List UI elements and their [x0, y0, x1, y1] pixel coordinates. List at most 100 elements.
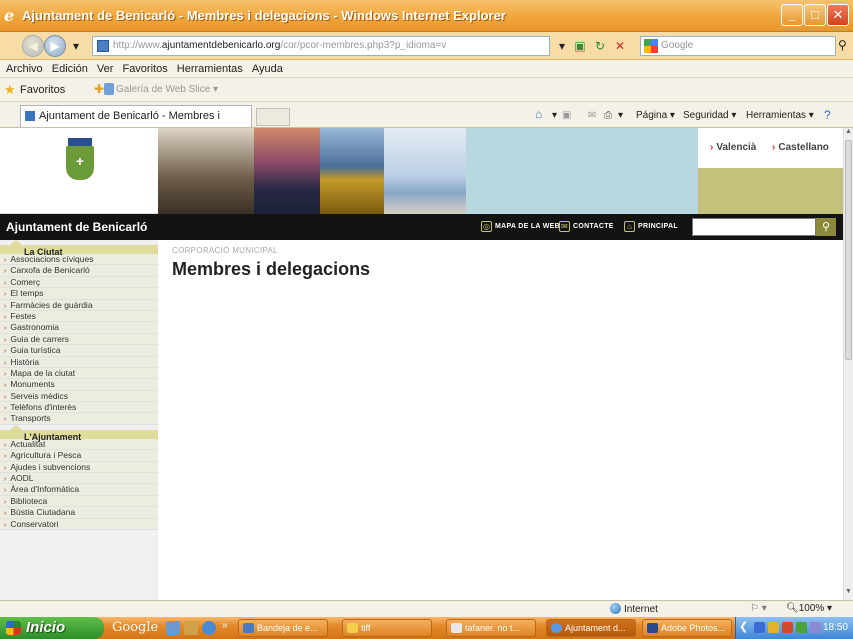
feeds-icon[interactable]: ▣ [562, 110, 571, 121]
favorites-button[interactable]: Favoritos [20, 84, 65, 96]
tray-expand-icon[interactable]: ❮ [739, 620, 748, 633]
chevron-right-icon: › [4, 487, 7, 495]
tray-shield-icon[interactable] [768, 622, 779, 633]
scroll-thumb[interactable] [845, 140, 852, 360]
sidebar-item-ciutat-8[interactable]: › Guia turística [0, 345, 158, 357]
back-button[interactable]: ◀ [22, 35, 44, 57]
quicklaunch-more-icon[interactable]: » [222, 620, 228, 631]
mail-icon[interactable]: ✉ [588, 110, 596, 121]
site-logo[interactable]: + [0, 128, 158, 214]
menu-ver[interactable]: Ver [97, 60, 114, 78]
tab-active[interactable]: Ajuntament de Benicarló - Membres i dele… [20, 105, 252, 142]
task-tafaner[interactable]: tafaner. no t... [446, 619, 536, 637]
breadcrumb[interactable]: CORPORACIÓ MUNICIPAL [172, 246, 278, 255]
search-icon[interactable]: ⚲ [838, 38, 847, 52]
sidebar-item-ajuntament-4[interactable]: › Àrea d'Informàtica [0, 484, 158, 496]
forward-button[interactable]: ▶ [44, 35, 66, 57]
principal-link[interactable]: PRINCIPAL [638, 223, 678, 230]
sidebar-item-ajuntament-1[interactable]: › Agricultura i Pesca [0, 450, 158, 462]
menu-archivo[interactable]: Archivo [6, 60, 43, 78]
page-menu[interactable]: Página ▾ [636, 110, 675, 121]
sidebar-item-ciutat-13[interactable]: › Telèfons d'interès [0, 402, 158, 414]
tray-alert-icon[interactable] [782, 622, 793, 633]
lang-valencia-link[interactable]: › Valencià [710, 142, 756, 153]
status-bar: Internet ⚐ ▾ 🔍︎100% ▾ [0, 600, 853, 617]
sidebar-item-ajuntament-2[interactable]: › Ajudes i subvencions [0, 461, 158, 474]
sidebar-item-ciutat-14[interactable]: › Transports [0, 413, 158, 425]
print-icon[interactable]: ⎙ [604, 110, 612, 121]
task-ie-ajuntament[interactable]: Ajuntament d... [546, 619, 636, 637]
sidebar-item-ciutat-2[interactable]: › Comerç [0, 276, 158, 289]
home-icon[interactable]: ⌂ [535, 107, 542, 121]
quicklaunch-ie-icon[interactable] [202, 621, 216, 635]
compat-view-icon[interactable]: ▣ [572, 38, 588, 54]
chevron-right-icon: › [4, 498, 7, 506]
menu-edicion[interactable]: Edición [52, 60, 88, 78]
menu-favoritos[interactable]: Favoritos [122, 60, 167, 78]
google-toolbar[interactable]: Google [112, 620, 158, 635]
lang-castellano-link[interactable]: › Castellano [772, 142, 829, 153]
sidebar-item-ciutat-10[interactable]: › Mapa de la ciutat [0, 367, 158, 380]
refresh-icon[interactable]: ↻ [592, 38, 608, 54]
new-tab-button[interactable] [256, 108, 290, 126]
quicklaunch-desktop-icon[interactable] [166, 621, 180, 635]
site-search-input[interactable] [692, 218, 816, 236]
menu-herramientas[interactable]: Herramientas [177, 60, 243, 78]
vertical-scrollbar[interactable]: ▲ ▼ [843, 128, 853, 600]
sidebar-item-ajuntament-label: Àrea d'Informàtica [10, 484, 80, 495]
protected-mode-icon[interactable]: ⚐ ▾ [750, 603, 767, 614]
minimize-button[interactable]: _ [781, 4, 803, 26]
chevron-right-icon: › [4, 370, 7, 378]
site-search-icon[interactable]: ⚲ [816, 218, 836, 236]
sidebar-item-ciutat-6[interactable]: › Gastronomia [0, 322, 158, 334]
security-menu[interactable]: Seguridad ▾ [683, 110, 736, 121]
lang-castellano-label: Castellano [778, 142, 829, 153]
quicklaunch-explorer-icon[interactable] [184, 621, 198, 635]
sidebar-section-ciutat: La Ciutat [0, 240, 158, 257]
help-icon[interactable]: ? [824, 108, 831, 122]
print-dropdown-icon[interactable]: ▾ [618, 110, 623, 121]
sidebar-item-ciutat-1[interactable]: › Carxofa de Benicarló [0, 265, 158, 277]
menu-ayuda[interactable]: Ayuda [252, 60, 283, 78]
security-zone[interactable]: Internet [610, 603, 658, 615]
start-button[interactable]: Inicio [0, 617, 104, 639]
sidebar-item-ajuntament-3[interactable]: › AODL [0, 473, 158, 485]
history-dropdown-icon[interactable]: ▾ [68, 38, 84, 54]
task-outlook[interactable]: Bandeja de e... [238, 619, 328, 637]
window-title: Ajuntament de Benicarló - Membres i dele… [22, 8, 506, 23]
address-input[interactable]: http://www.ajuntamentdebenicarlo.org/cor… [92, 36, 550, 56]
sidebar-item-ciutat-4[interactable]: › Farmàcies de guàrdia [0, 299, 158, 311]
web-page: + › Valencià › Castellano Ajuntament de Be… [0, 128, 843, 600]
address-dropdown-icon[interactable]: ▾ [554, 38, 570, 54]
sidebar-item-ciutat-12[interactable]: › Serveis mèdics [0, 390, 158, 403]
sidebar-item-ajuntament-5[interactable]: › Biblioteca [0, 495, 158, 508]
sidebar-item-ciutat-9[interactable]: › Història [0, 356, 158, 368]
web-slice-gallery[interactable]: Galería de Web Slice ▾ [116, 84, 218, 95]
task-photoshop[interactable]: Adobe Photos... [642, 619, 732, 637]
chevron-right-icon: › [4, 336, 7, 344]
tools-menu[interactable]: Herramientas ▾ [746, 110, 814, 121]
scroll-up-icon[interactable]: ▲ [845, 128, 852, 135]
search-input[interactable]: Google [640, 36, 836, 56]
task-folder-tiff[interactable]: tiff [342, 619, 432, 637]
stop-icon[interactable]: ✕ [612, 38, 628, 54]
contact-link[interactable]: CONTACTE [573, 223, 614, 230]
favorites-star-icon[interactable]: ★ [4, 82, 16, 98]
sidebar-item-ciutat-3[interactable]: › El temps [0, 288, 158, 300]
zoom-control[interactable]: 🔍︎100% ▾ [786, 603, 832, 614]
scroll-down-icon[interactable]: ▼ [845, 588, 852, 595]
tray-update-icon[interactable] [796, 622, 807, 633]
sidebar-item-ajuntament-7[interactable]: › Conservatori [0, 518, 158, 530]
close-button[interactable]: ✕ [827, 4, 849, 26]
sidebar-item-ciutat-5[interactable]: › Festes [0, 310, 158, 323]
home-dropdown-icon[interactable]: ▾ [552, 110, 557, 121]
sidebar-item-ciutat-7[interactable]: › Guia de carrers [0, 333, 158, 346]
tray-network-icon[interactable] [754, 622, 765, 633]
sidebar-item-ajuntament-6[interactable]: › Bústia Ciutadana [0, 507, 158, 519]
maximize-button[interactable]: □ [804, 4, 826, 26]
sitemap-link[interactable]: MAPA DE LA WEB [495, 223, 560, 230]
sidebar-item-ciutat-11[interactable]: › Monuments [0, 379, 158, 391]
add-favorite-icon[interactable]: ✚ [94, 82, 104, 96]
tray-volume-icon[interactable] [810, 622, 821, 633]
folder-icon [347, 623, 358, 633]
